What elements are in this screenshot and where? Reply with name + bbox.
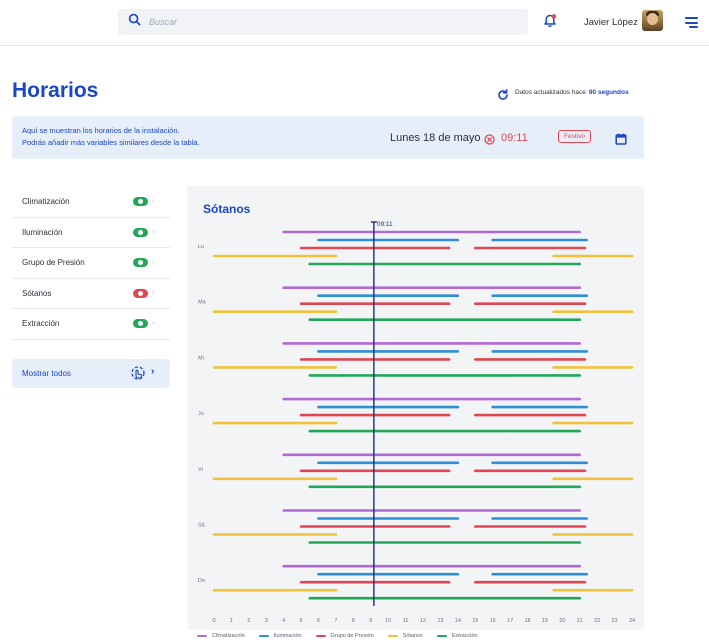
day-label: Do [198, 578, 205, 584]
legend-swatch [387, 635, 398, 637]
x-tick-label: 18 [524, 618, 530, 624]
x-tick-label: 14 [455, 618, 461, 624]
day-label: Ju [198, 411, 204, 417]
x-tick-label: 3 [265, 618, 268, 624]
legend-label: Extracción [451, 633, 478, 639]
x-tick-label: 24 [629, 618, 635, 624]
legend-swatch [315, 635, 326, 637]
x-tick-label: 1 [230, 618, 233, 624]
x-tick-label: 7 [334, 618, 337, 624]
legend-swatch [258, 635, 269, 637]
legend-item[interactable]: Extracción [436, 633, 478, 639]
x-tick-label: 8 [352, 618, 355, 624]
x-tick-label: 10 [385, 618, 391, 624]
legend-item[interactable]: Sótanos [387, 633, 423, 639]
day-label: Ma [198, 300, 207, 306]
x-tick-label: 5 [300, 618, 303, 624]
day-label: Vi [198, 467, 203, 473]
x-tick-label: 11 [403, 618, 409, 624]
legend-item[interactable]: Climatización [197, 633, 245, 639]
x-tick-label: 22 [594, 618, 600, 624]
x-tick-label: 13 [437, 618, 443, 624]
legend-item[interactable]: Grupo de Presión [315, 633, 374, 639]
x-tick-label: 20 [559, 618, 565, 624]
x-tick-label: 21 [577, 618, 583, 624]
legend-label: Sótanos [402, 633, 423, 639]
day-label: Sá [198, 523, 206, 529]
chart-legend: Climatización Iluminación Grupo de Presión… [197, 633, 478, 639]
x-tick-label: 16 [490, 618, 496, 624]
x-tick-label: 4 [282, 618, 285, 624]
x-tick-label: 2 [247, 618, 250, 624]
legend-label: Climatización [212, 633, 245, 639]
x-tick-label: 9 [369, 618, 372, 624]
legend-swatch [197, 635, 207, 637]
legend-label: Iluminación [273, 633, 302, 639]
legend-item[interactable]: Iluminación [258, 633, 302, 639]
legend-swatch [436, 635, 447, 637]
x-tick-label: 19 [542, 618, 548, 624]
schedule-chart: LuMaMiJuViSáDo09:110 1 2 3 4 5 6 7 8 9 10 11 12 13 14 1… [198, 221, 635, 624]
x-tick-label: 6 [317, 618, 320, 624]
current-time-label: 09:11 [377, 221, 393, 228]
day-label: Lu [198, 244, 204, 250]
day-label: Mi [198, 355, 204, 361]
x-tick-label: 0 [212, 618, 215, 624]
x-tick-label: 12 [420, 618, 426, 624]
x-tick-label: 15 [472, 618, 478, 624]
legend-label: Grupo de Presión [330, 633, 374, 639]
x-tick-label: 23 [612, 618, 618, 624]
x-tick-label: 17 [507, 618, 513, 624]
